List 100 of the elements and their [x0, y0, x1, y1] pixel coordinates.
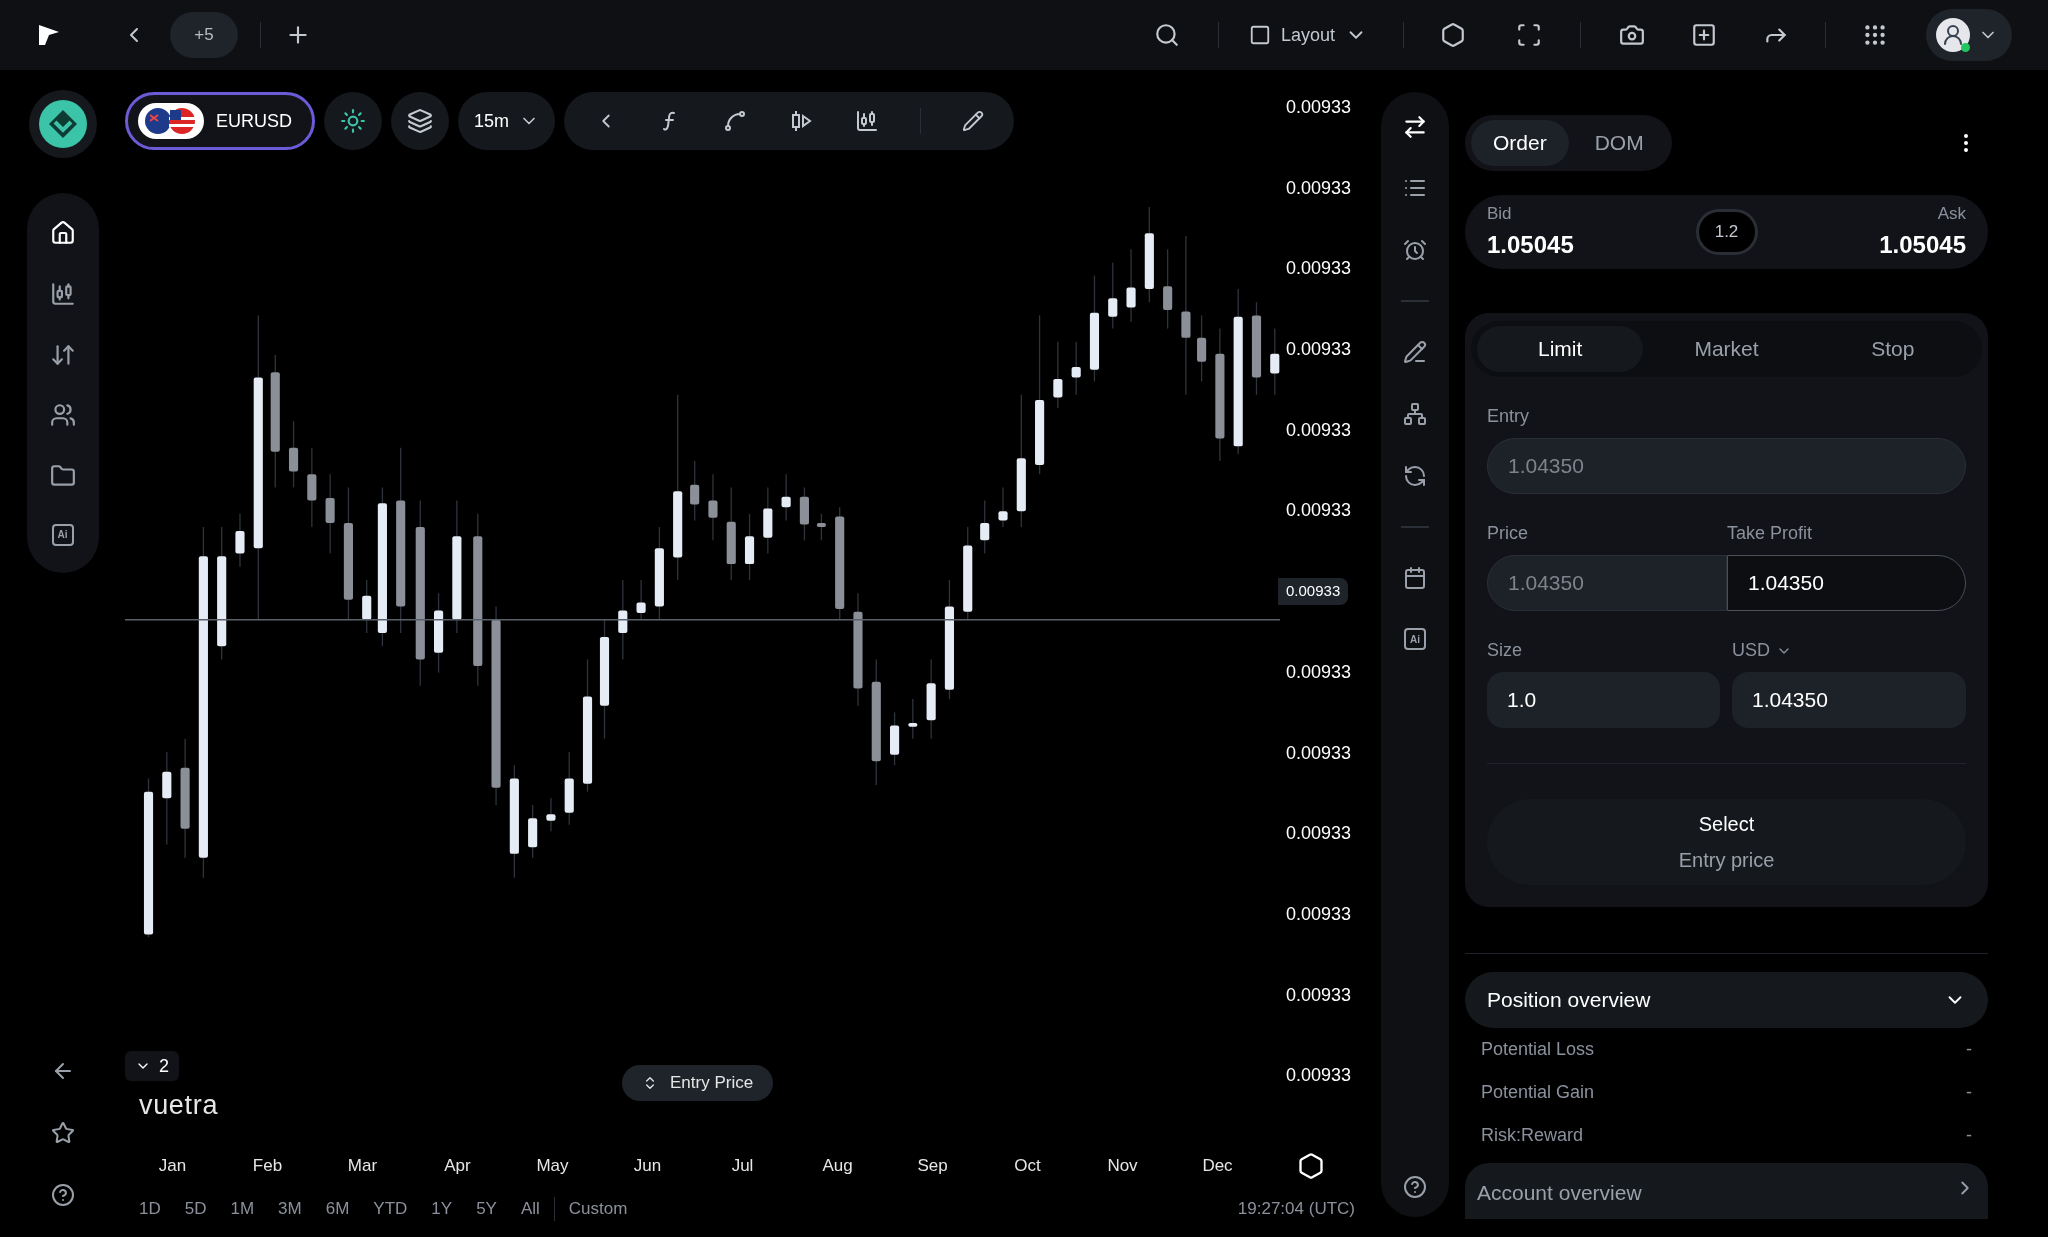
- field-label: Price: [1487, 522, 1529, 545]
- nav-icon[interactable]: [49, 402, 76, 429]
- help-icon[interactable]: [50, 1183, 75, 1207]
- alarm-clock-icon[interactable]: [1403, 238, 1427, 262]
- field-label: Size: [1487, 639, 1523, 662]
- month-label: Apr: [444, 1155, 471, 1178]
- field-label: Take Profit: [1727, 522, 1813, 545]
- price-axis-label: 0.00933: [1286, 258, 1352, 279]
- month-label: May: [536, 1155, 569, 1178]
- month-label: Feb: [252, 1155, 283, 1178]
- price-axis-label: 0.00933: [1286, 661, 1352, 682]
- layout-button[interactable]: Layout: [1248, 21, 1367, 49]
- month-label: Jun: [633, 1155, 662, 1178]
- current-price-tag: 0.00933: [1278, 578, 1349, 605]
- month-label: Mar: [347, 1155, 378, 1178]
- amount-field[interactable]: 1.04350: [1732, 672, 1966, 728]
- range-button[interactable]: 1Y: [431, 1196, 453, 1222]
- range-button[interactable]: 5Y: [476, 1196, 497, 1222]
- ask-label: Ask: [1937, 203, 1966, 226]
- order-type-tab[interactable]: Stop: [1809, 326, 1976, 372]
- month-label: Jan: [158, 1155, 187, 1178]
- apps-grid-icon[interactable]: [1862, 22, 1888, 48]
- entry-field[interactable]: 1.04350: [1487, 438, 1966, 494]
- checkbox-icon: [1248, 24, 1271, 46]
- nav-icon[interactable]: [49, 462, 76, 489]
- range-button[interactable]: All: [520, 1196, 540, 1222]
- month-label: Oct: [1014, 1155, 1041, 1178]
- range-button[interactable]: 5D: [184, 1196, 207, 1222]
- take-profit-field[interactable]: 1.04350: [1727, 555, 1966, 611]
- price-axis-label: 0.00933: [1286, 177, 1352, 198]
- price-axis-label: 0.00933: [1286, 419, 1352, 440]
- candlestick-icon[interactable]: [854, 109, 879, 133]
- panel-tab[interactable]: Order: [1471, 120, 1569, 166]
- layers-icon: [407, 108, 433, 134]
- flags-icon: [136, 101, 206, 141]
- spline-icon[interactable]: [722, 109, 747, 133]
- star-icon[interactable]: [50, 1121, 75, 1145]
- sun-icon: [340, 108, 366, 134]
- currency-dropdown[interactable]: USD: [1732, 637, 1792, 664]
- overview-label: Potential Loss: [1481, 1038, 1595, 1061]
- overview-value: -: [1966, 1081, 1972, 1104]
- account-button[interactable]: [1926, 9, 2012, 61]
- camera-icon[interactable]: [1619, 22, 1645, 48]
- bid-label: Bid: [1487, 203, 1513, 226]
- overview-label: Risk:Reward: [1481, 1124, 1584, 1147]
- entry-price-button[interactable]: Entry Price: [622, 1065, 774, 1101]
- range-button[interactable]: 6M: [325, 1196, 350, 1222]
- symbol-button[interactable]: EURUSD: [125, 92, 315, 150]
- price-field[interactable]: 1.04350: [1487, 555, 1727, 611]
- range-button[interactable]: 1D: [139, 1196, 161, 1222]
- price-axis-label: 0.00933: [1286, 1065, 1352, 1086]
- brand-wordmark: vuetra: [139, 1089, 219, 1122]
- month-label: Dec: [1202, 1155, 1233, 1178]
- position-overview-header[interactable]: Position overview: [1465, 972, 1988, 1028]
- calendar-icon[interactable]: [1403, 566, 1427, 590]
- ai-icon[interactable]: Ai: [1404, 628, 1426, 650]
- price-axis-label: 0.00933: [1286, 823, 1352, 844]
- bid-price: 1.05045: [1487, 229, 1574, 260]
- price-axis-label: 0.00933: [1286, 339, 1352, 360]
- overview-value: -: [1966, 1038, 1972, 1061]
- range-button[interactable]: YTD: [373, 1196, 408, 1222]
- refresh-icon[interactable]: [1403, 464, 1427, 488]
- nav-icon[interactable]: [49, 220, 76, 247]
- pencil-icon[interactable]: [1403, 340, 1427, 364]
- price-axis-label: 0.00933: [1286, 742, 1352, 763]
- price-axis-label: 0.00933: [1286, 500, 1352, 521]
- avatar-icon: [1936, 18, 1970, 52]
- help-icon[interactable]: [1403, 1175, 1427, 1199]
- month-label: Aug: [822, 1155, 853, 1178]
- series-toggle[interactable]: 2: [125, 1051, 179, 1081]
- network-icon[interactable]: [1403, 402, 1427, 426]
- field-label: Entry: [1487, 405, 1530, 428]
- price-axis-label: 0.00933: [1286, 903, 1352, 924]
- nav-icon[interactable]: [49, 281, 76, 307]
- size-field[interactable]: 1.0: [1487, 672, 1720, 728]
- price-axis-label: 0.00933: [1286, 97, 1352, 117]
- ask-price: 1.05045: [1879, 229, 1966, 260]
- select-entry-button[interactable]: Select Entry price: [1487, 799, 1966, 885]
- month-label: Jul: [731, 1155, 754, 1178]
- search-icon[interactable]: [1153, 22, 1180, 48]
- custom-range-button[interactable]: Custom: [568, 1196, 628, 1222]
- pencil-icon[interactable]: [961, 110, 984, 132]
- panel-tab[interactable]: DOM: [1572, 120, 1666, 166]
- month-label: Nov: [1107, 1155, 1138, 1178]
- fullscreen-icon[interactable]: [1516, 22, 1542, 48]
- range-button[interactable]: 3M: [278, 1196, 302, 1222]
- order-type-tab[interactable]: Market: [1643, 326, 1810, 372]
- range-button[interactable]: 1M: [230, 1196, 255, 1222]
- overview-value: -: [1966, 1124, 1972, 1147]
- tab-count-button[interactable]: +5: [170, 12, 238, 58]
- overview-label: Potential Gain: [1481, 1081, 1595, 1104]
- chart-time: 19:27:04 (UTC): [1237, 1198, 1355, 1221]
- add-screen-icon[interactable]: [1691, 22, 1717, 48]
- interval-button[interactable]: 15m: [458, 92, 556, 150]
- ai-icon[interactable]: Ai: [51, 523, 74, 546]
- month-label: Sep: [917, 1155, 948, 1178]
- order-type-tab[interactable]: Limit: [1477, 326, 1644, 372]
- swap-icon[interactable]: [1402, 114, 1428, 140]
- price-axis-label: 0.00933: [1286, 984, 1352, 1005]
- account-overview-header[interactable]: Account overview: [1465, 1163, 1988, 1219]
